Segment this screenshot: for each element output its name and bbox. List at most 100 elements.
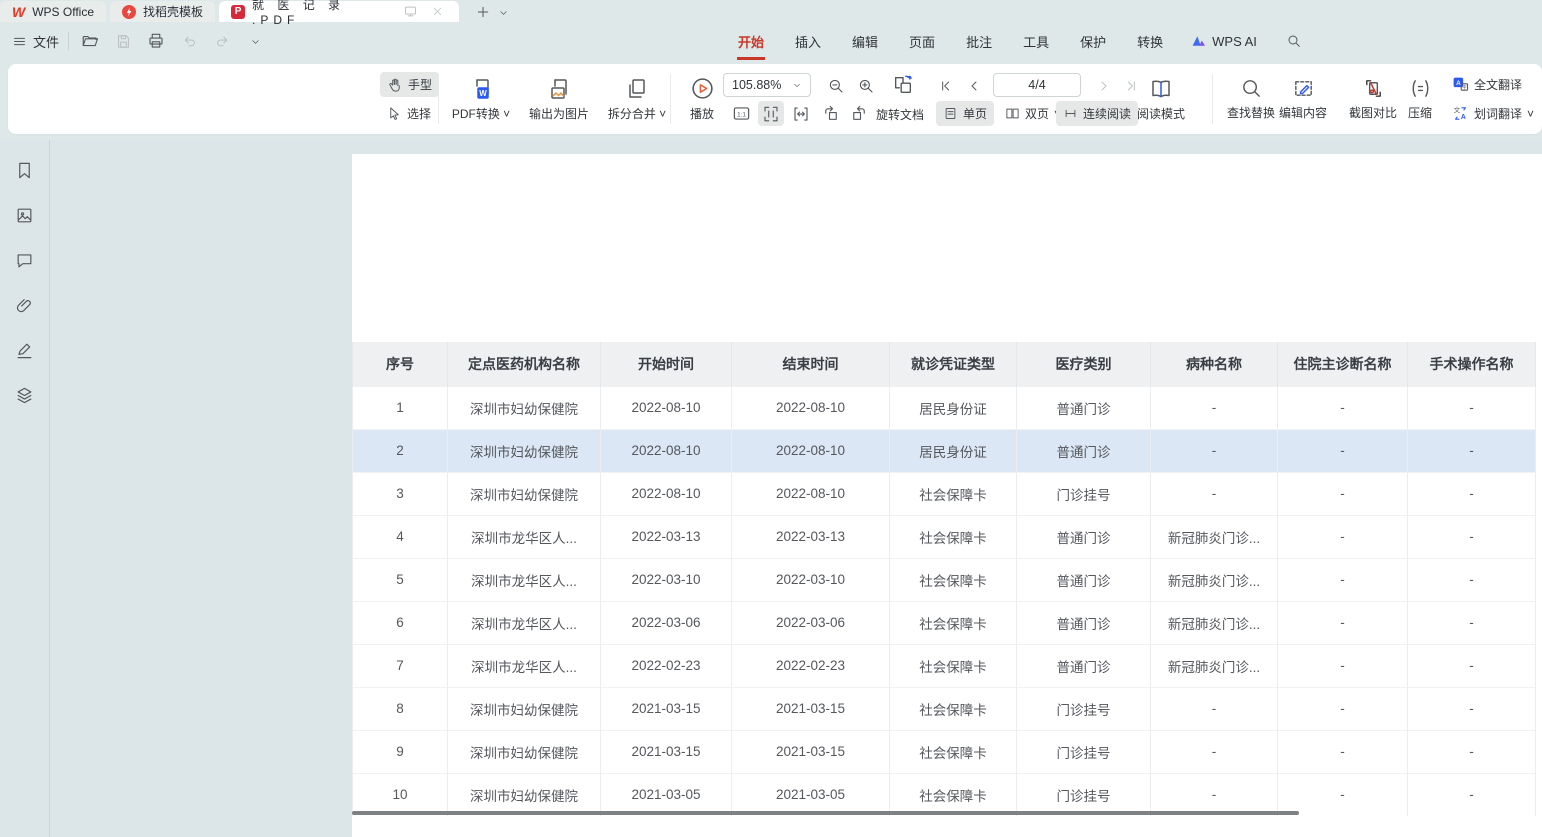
rotate-right-icon	[850, 105, 868, 123]
single-page-button[interactable]: 单页	[936, 101, 994, 126]
fit-page-button[interactable]	[758, 101, 784, 126]
edit-content-icon	[1292, 77, 1315, 100]
table-cell: -	[1408, 687, 1536, 730]
table-cell: 2022-08-10	[601, 386, 732, 429]
compress-button[interactable]: 压缩	[1393, 72, 1447, 126]
tab-docer-label: 找稻壳模板	[143, 3, 203, 20]
print-button[interactable]	[144, 29, 168, 53]
table-cell: -	[1408, 601, 1536, 644]
table-row: 8深圳市妇幼保健院2021-03-152021-03-15社会保障卡门诊挂号--…	[353, 687, 1536, 730]
comment-icon[interactable]	[13, 248, 37, 272]
table-cell: 深圳市妇幼保健院	[448, 472, 601, 515]
table-cell: -	[1408, 472, 1536, 515]
table-cell: 普通门诊	[1017, 515, 1151, 558]
book-icon	[1149, 77, 1173, 101]
menu-tab-page[interactable]: 页面	[906, 30, 938, 53]
file-menu-button[interactable]: 文件	[12, 32, 59, 51]
zoom-level-select[interactable]: 105.88%	[723, 73, 811, 97]
bookmark-icon[interactable]	[13, 158, 37, 182]
undo-button[interactable]	[177, 29, 201, 53]
swap-pages-button[interactable]	[890, 72, 916, 97]
select-tool-button[interactable]: 选择	[380, 101, 438, 126]
full-translate-button[interactable]: A字 全文翻译	[1445, 72, 1529, 97]
menu-tab-tools[interactable]: 工具	[1020, 30, 1052, 53]
menu-tab-start[interactable]: 开始	[735, 30, 767, 53]
svg-text:A: A	[1456, 80, 1461, 87]
menu-tab-insert[interactable]: 插入	[792, 30, 824, 53]
table-cell: 2021-03-15	[732, 730, 890, 773]
screen-share-icon[interactable]	[400, 2, 420, 22]
edit-content-button[interactable]: 编辑内容	[1268, 72, 1338, 126]
full-translate-label: 全文翻译	[1474, 76, 1522, 93]
new-tab-button[interactable]	[473, 2, 493, 22]
rotate-left-icon	[822, 105, 840, 123]
previous-page-button[interactable]	[961, 73, 987, 98]
ribbon-tabs: 开始 插入 编辑 页面 批注 工具 保护 转换 WPS AI	[735, 22, 1306, 60]
table-header-cell: 医疗类别	[1017, 342, 1151, 386]
zoom-in-button[interactable]	[853, 73, 879, 98]
pdf-file-icon: P	[231, 5, 245, 19]
wps-ai-button[interactable]: WPS AI	[1191, 33, 1257, 49]
quick-access-chevron-icon[interactable]	[243, 29, 267, 53]
first-page-button[interactable]	[933, 73, 959, 98]
menu-tab-convert[interactable]: 转换	[1134, 30, 1166, 53]
double-page-label: 双页	[1025, 105, 1049, 122]
pdf-page[interactable]: 序号定点医药机构名称开始时间结束时间就诊凭证类型医疗类别病种名称住院主诊断名称手…	[352, 154, 1542, 837]
menu-search-icon[interactable]	[1282, 29, 1306, 53]
table-cell: 普通门诊	[1017, 429, 1151, 472]
close-tab-icon[interactable]	[427, 2, 447, 22]
fit-width-button[interactable]	[788, 101, 814, 126]
page-number-input[interactable]: 4/4	[993, 73, 1081, 97]
horizontal-scrollbar[interactable]	[352, 811, 1299, 815]
play-button[interactable]: 播放	[676, 72, 728, 126]
split-merge-button[interactable]: 拆分合并 ˅	[599, 72, 675, 126]
chevron-down-icon	[792, 80, 802, 90]
tab-docer-templates[interactable]: 找稻壳模板	[110, 1, 215, 22]
document-viewer: 序号定点医药机构名称开始时间结束时间就诊凭证类型医疗类别病种名称住院主诊断名称手…	[0, 140, 1542, 837]
table-cell: 9	[353, 730, 448, 773]
rotate-doc-label[interactable]: 旋转文档	[876, 106, 924, 123]
actual-size-button[interactable]: 1:1	[728, 101, 754, 126]
table-cell: 2022-08-10	[732, 386, 890, 429]
divider	[68, 32, 69, 50]
table-cell: 社会保障卡	[890, 644, 1017, 687]
sign-icon[interactable]	[13, 338, 37, 362]
layers-icon[interactable]	[13, 383, 37, 407]
tab-list-chevron-icon[interactable]	[493, 2, 513, 22]
zoom-out-button[interactable]	[823, 73, 849, 98]
rotate-right-button[interactable]	[846, 101, 872, 126]
open-file-button[interactable]	[78, 29, 102, 53]
pdf-convert-button[interactable]: W PDF转换 ˅	[443, 72, 519, 126]
table-cell: 2021-03-05	[732, 773, 890, 816]
save-button[interactable]	[111, 29, 135, 53]
table-cell: 普通门诊	[1017, 644, 1151, 687]
table-cell: -	[1408, 515, 1536, 558]
thumbnail-icon[interactable]	[13, 203, 37, 227]
next-page-button[interactable]	[1091, 73, 1117, 98]
export-image-button[interactable]: 输出为图片	[519, 72, 599, 126]
table-cell: -	[1151, 687, 1278, 730]
tab-document-active[interactable]: P 就 医 记 录 .PDF	[219, 1, 459, 22]
menu-tab-annotate[interactable]: 批注	[963, 30, 995, 53]
table-cell: -	[1278, 773, 1408, 816]
attachment-icon[interactable]	[13, 293, 37, 317]
continuous-read-button[interactable]: 连续阅读	[1056, 101, 1138, 126]
rotate-left-button[interactable]	[818, 101, 844, 126]
svg-text:1:1: 1:1	[737, 111, 746, 118]
redo-button[interactable]	[210, 29, 234, 53]
divider	[670, 74, 671, 124]
menu-tab-protect[interactable]: 保护	[1077, 30, 1109, 53]
table-cell: 2022-08-10	[732, 429, 890, 472]
table-cell: -	[1151, 386, 1278, 429]
table-row: 6深圳市龙华区人...2022-03-062022-03-06社会保障卡普通门诊…	[353, 601, 1536, 644]
export-image-label: 输出为图片	[529, 105, 589, 122]
table-cell: 2022-08-10	[601, 429, 732, 472]
edit-content-label: 编辑内容	[1279, 104, 1327, 121]
table-cell: -	[1278, 558, 1408, 601]
word-translate-button[interactable]: 文A 划词翻译 ˅	[1445, 101, 1541, 126]
hand-tool-button[interactable]: 手型	[380, 72, 439, 97]
table-cell: -	[1278, 730, 1408, 773]
table-cell: 社会保障卡	[890, 687, 1017, 730]
tab-wps-home[interactable]: W WPS Office	[0, 1, 106, 22]
menu-tab-edit[interactable]: 编辑	[849, 30, 881, 53]
